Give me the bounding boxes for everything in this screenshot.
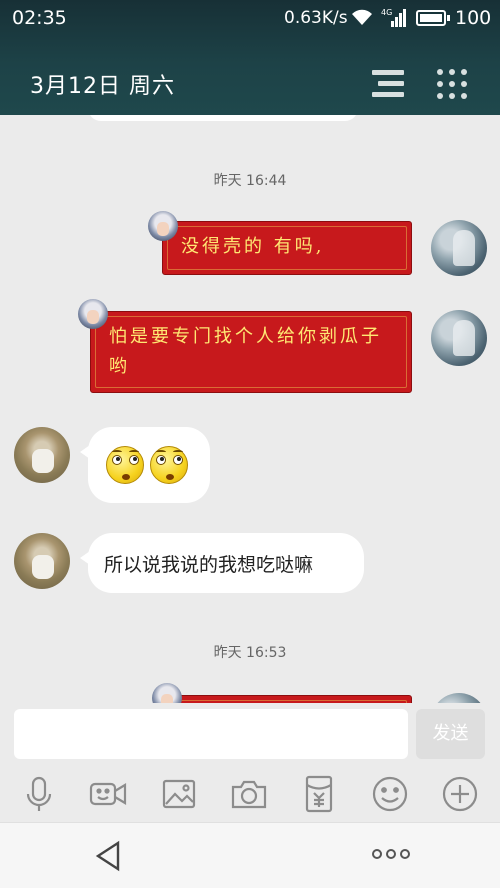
status-time: 02:35 <box>12 7 67 29</box>
menu-icon[interactable] <box>372 70 404 98</box>
message-bubble[interactable]: 没得壳的 有吗, <box>162 221 412 275</box>
top-bar: 02:35 0.63K/s 4G 100 3月12日 周六 <box>0 0 500 115</box>
message-text: 没得壳的 有吗, <box>181 236 325 257</box>
timestamp: 昨天 16:44 <box>213 173 287 189</box>
network-type: 4G <box>381 8 392 17</box>
message-bubble[interactable]: 怕是要专门找个人给你剥瓜子哟 <box>90 311 412 393</box>
message-bubble-partial[interactable] <box>162 695 412 703</box>
send-button[interactable]: 发送 <box>416 709 485 759</box>
video-icon[interactable] <box>88 774 128 814</box>
status-bar: 02:35 0.63K/s 4G 100 <box>0 0 500 36</box>
message-bubble[interactable]: 所以说我说的我想吃哒嘛 <box>80 533 364 593</box>
avatar-me[interactable] <box>431 220 487 276</box>
battery-icon <box>416 10 450 26</box>
input-area: 发送 <box>0 703 500 768</box>
message-text: 所以说我说的我想吃哒嘛 <box>104 554 314 576</box>
image-icon[interactable] <box>159 774 199 814</box>
red-packet-icon[interactable] <box>299 774 339 814</box>
avatar-me[interactable] <box>431 693 487 703</box>
network-speed: 0.63K/s <box>284 8 348 28</box>
bubble-sticker <box>152 683 182 703</box>
rolling-eyes-emoji <box>106 446 144 484</box>
camera-icon[interactable] <box>229 774 269 814</box>
wifi-icon <box>352 9 372 25</box>
back-icon[interactable] <box>92 839 126 873</box>
avatar-her[interactable] <box>14 427 70 483</box>
message-input[interactable] <box>14 709 408 759</box>
emoji-icon[interactable] <box>370 774 410 814</box>
signal-icon: 4G <box>381 8 406 27</box>
page-title: 3月12日 周六 <box>30 74 175 99</box>
message-bubble[interactable] <box>80 427 210 503</box>
timestamp: 昨天 16:53 <box>213 645 287 661</box>
chat-area[interactable]: 昨天 16:44 没得壳的 有吗, 怕是要专门找个人给你剥瓜子哟 所以说我说的我… <box>0 115 500 703</box>
more-icon[interactable] <box>372 849 412 863</box>
rolling-eyes-emoji <box>150 446 188 484</box>
battery-level: 100 <box>455 7 492 29</box>
add-icon[interactable] <box>440 774 480 814</box>
navigation-bar <box>0 822 500 888</box>
toolbar <box>0 768 500 822</box>
bubble-sticker <box>148 211 178 241</box>
message-text: 怕是要专门找个人给你剥瓜子哟 <box>109 326 382 377</box>
grid-icon[interactable] <box>437 69 467 99</box>
microphone-icon[interactable] <box>19 774 59 814</box>
avatar-her[interactable] <box>14 533 70 589</box>
bubble-sticker <box>78 299 108 329</box>
previous-message-bubble <box>88 115 358 121</box>
avatar-me[interactable] <box>431 310 487 366</box>
